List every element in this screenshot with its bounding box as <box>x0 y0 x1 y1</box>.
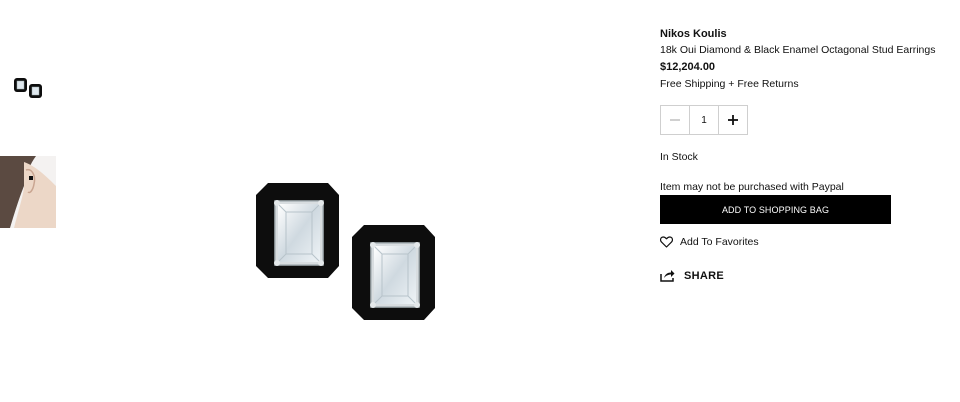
stock-status: In Stock <box>660 151 698 163</box>
quantity-increase-button[interactable] <box>718 106 747 134</box>
product-name: 18k Oui Diamond & Black Enamel Octagonal… <box>660 44 936 56</box>
heart-icon <box>660 236 673 248</box>
shipping-info: Free Shipping + Free Returns <box>660 78 799 90</box>
plus-icon <box>728 115 738 125</box>
earrings-image <box>256 183 435 320</box>
share-label: SHARE <box>684 269 725 282</box>
share-icon <box>660 270 675 282</box>
product-price: $12,204.00 <box>660 61 716 73</box>
thumbnail-strip <box>0 0 60 402</box>
favorites-label: Add To Favorites <box>680 236 759 248</box>
product-main-image <box>240 170 460 330</box>
quantity-stepper <box>660 105 748 135</box>
thumbnail-earrings-pair[interactable] <box>8 70 48 108</box>
quantity-input[interactable] <box>690 106 718 134</box>
earrings-pair-image <box>14 78 42 98</box>
add-to-favorites-button[interactable]: Add To Favorites <box>660 236 759 248</box>
paypal-notice: Item may not be purchased with Paypal <box>660 181 844 193</box>
quantity-decrease-button[interactable] <box>661 106 690 134</box>
thumbnail-model-ear[interactable] <box>0 156 56 228</box>
add-to-bag-button[interactable]: ADD TO SHOPPING BAG <box>660 195 891 224</box>
share-button[interactable]: SHARE <box>660 269 724 282</box>
minus-icon <box>670 119 680 121</box>
model-ear-image <box>0 156 56 228</box>
brand-name[interactable]: Nikos Koulis <box>660 28 727 40</box>
